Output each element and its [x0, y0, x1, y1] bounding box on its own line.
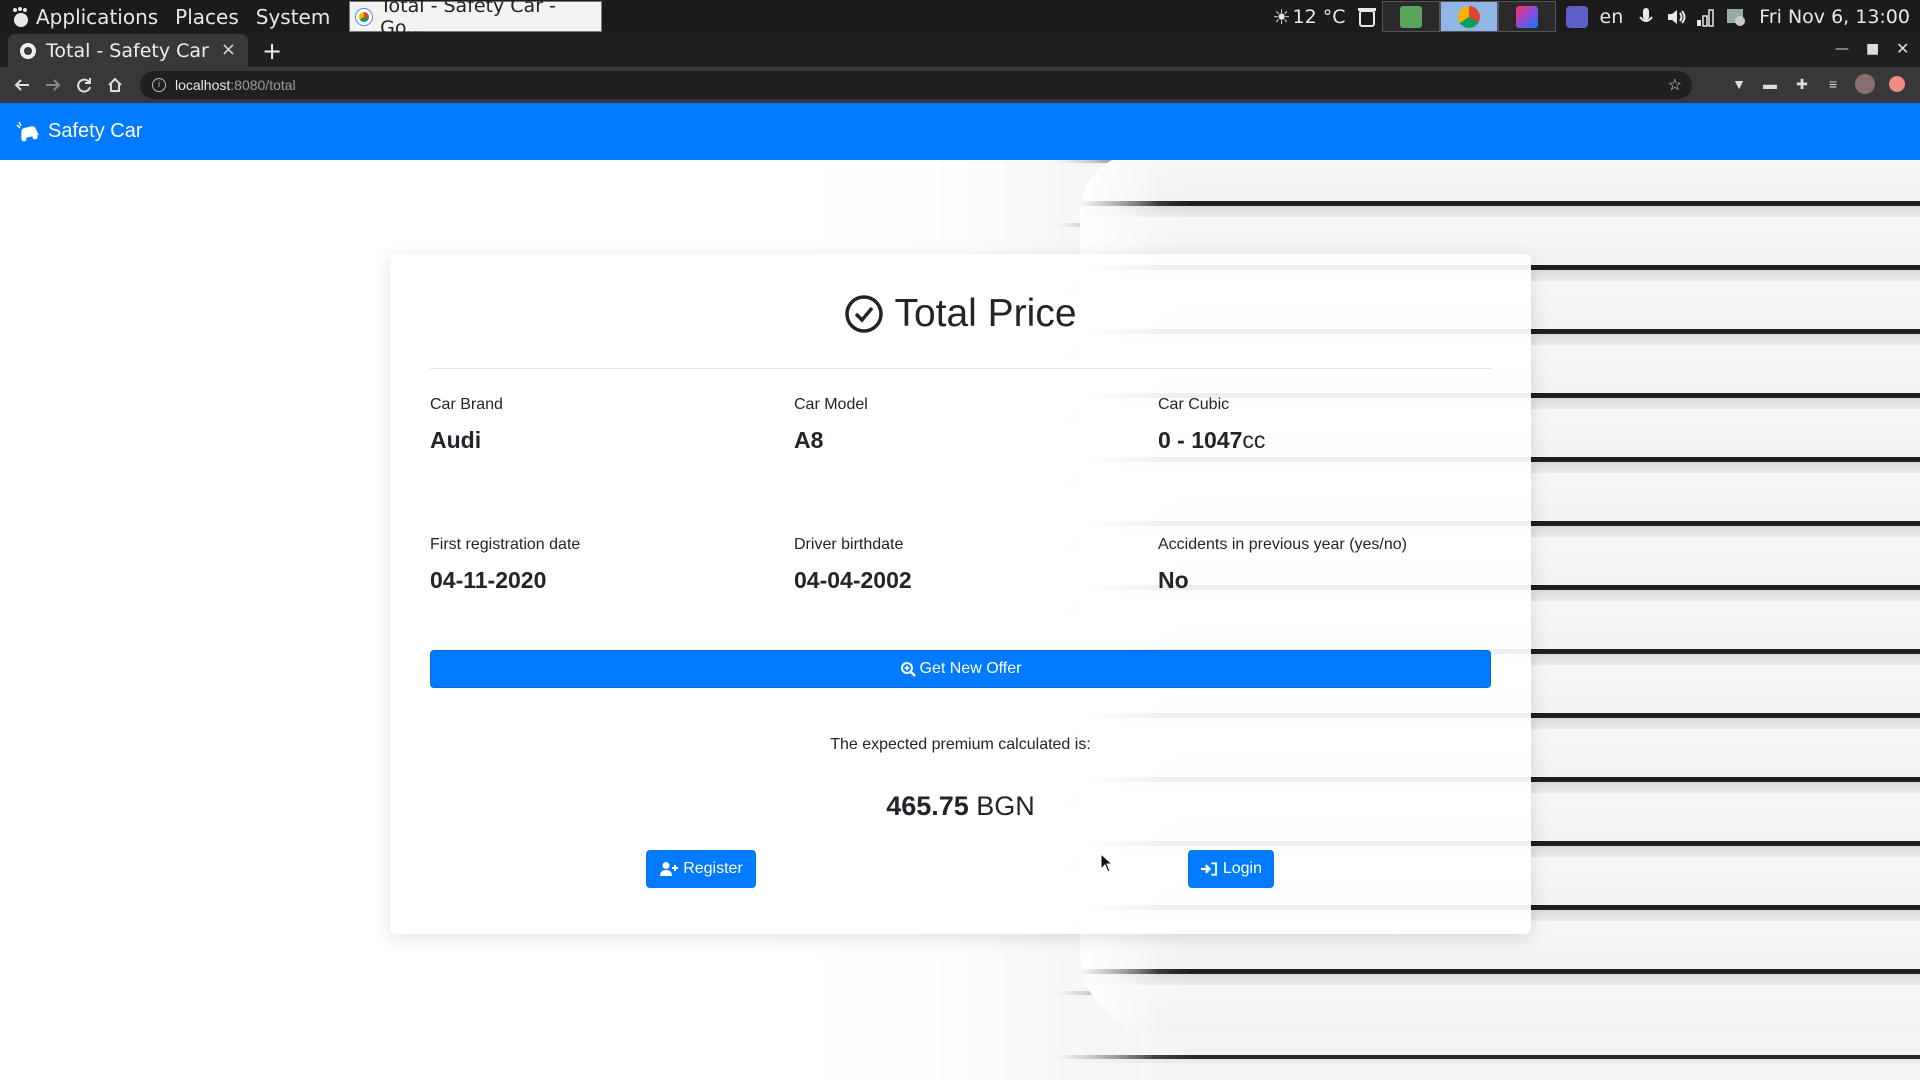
- field-value: A8: [794, 427, 824, 453]
- user-plus-icon: [660, 862, 679, 876]
- field-driver-birthdate: Driver birthdate 04-04-2002: [794, 536, 1134, 594]
- field-first-registration-date: First registration date 04-11-2020: [430, 536, 770, 594]
- network-icon[interactable]: [1695, 6, 1717, 28]
- home-icon[interactable]: [106, 76, 124, 94]
- keyboard-language[interactable]: en: [1600, 6, 1624, 28]
- weather-icon: ☀: [1272, 4, 1291, 29]
- menu-system[interactable]: System: [256, 5, 331, 29]
- field-value: 04-04-2002: [794, 567, 912, 593]
- vpn-extension-icon[interactable]: ▼: [1729, 74, 1749, 94]
- browser-toolbar: i localhost:8080/total ☆: [0, 67, 1920, 103]
- volume-icon[interactable]: [1665, 6, 1687, 28]
- clock[interactable]: Fri Nov 6, 13:00: [1759, 6, 1910, 28]
- gnome-foot-icon[interactable]: [10, 6, 30, 28]
- field-value: Audi: [430, 427, 482, 453]
- field-label: First registration date: [430, 536, 581, 553]
- get-new-offer-button[interactable]: Get New Offer: [430, 650, 1491, 688]
- teams-icon[interactable]: [1565, 5, 1588, 28]
- chrome-icon: [1457, 5, 1480, 28]
- car-crash-icon[interactable]: [16, 121, 42, 143]
- mouse-cursor-icon: [1100, 853, 1114, 873]
- field-value: 04-11-2020: [430, 567, 547, 593]
- url-path: :8080/total: [230, 77, 296, 93]
- window-close-icon[interactable]: ✕: [1896, 39, 1909, 58]
- premium-amount: 465.75: [886, 791, 969, 821]
- tab-title: Total - Safety Car: [46, 39, 209, 62]
- trash-icon[interactable]: [1356, 6, 1378, 28]
- back-icon[interactable]: [13, 76, 31, 94]
- field-label: Car Brand: [430, 396, 503, 413]
- premium-currency: BGN: [976, 791, 1035, 821]
- chat-extension-icon[interactable]: ▬: [1760, 74, 1780, 94]
- card-title-text: Total Price: [894, 292, 1077, 335]
- extensions-puzzle-icon[interactable]: ✚: [1792, 74, 1812, 94]
- sign-in-icon: [1200, 862, 1217, 876]
- field-car-brand: Car Brand Audi: [430, 396, 770, 454]
- field-value: No: [1158, 567, 1189, 593]
- field-car-cubic: Car Cubic 0 - 1047cc: [1158, 396, 1498, 454]
- premium-caption: The expected premium calculated is:: [830, 736, 1091, 753]
- tab-close-icon[interactable]: ×: [221, 39, 236, 60]
- login-button[interactable]: Login: [1188, 850, 1274, 888]
- field-value: 0 - 1047: [1158, 427, 1243, 453]
- check-circle-icon: [845, 295, 884, 333]
- field-label: Driver birthdate: [794, 536, 904, 553]
- reload-icon[interactable]: [75, 76, 93, 94]
- tab-favicon-icon: [20, 42, 36, 59]
- field-label: Car Cubic: [1158, 396, 1230, 413]
- register-button[interactable]: Register: [646, 850, 756, 888]
- chrome-icon: [356, 8, 373, 25]
- tray-window-terminal[interactable]: [1381, 1, 1440, 32]
- intellij-icon: [1515, 5, 1538, 28]
- minimize-icon[interactable]: —: [1835, 41, 1849, 57]
- field-accidents: Accidents in previous year (yes/no) No: [1158, 536, 1498, 594]
- profile-avatar[interactable]: [1855, 74, 1875, 94]
- weather-temp[interactable]: 12 °C: [1293, 6, 1346, 28]
- update-icon[interactable]: [1887, 74, 1907, 94]
- os-top-panel: Applications Places System Total - Safet…: [0, 0, 1920, 39]
- register-label: Register: [683, 860, 743, 877]
- field-label: Car Model: [794, 396, 868, 413]
- field-unit: cc: [1242, 427, 1266, 453]
- brand-name[interactable]: Safety Car: [48, 120, 142, 143]
- browser-tab-active[interactable]: Total - Safety Car ×: [8, 34, 248, 67]
- new-tab-button[interactable]: +: [262, 37, 282, 65]
- login-label: Login: [1222, 860, 1262, 877]
- tray-window-chrome[interactable]: [1439, 1, 1498, 32]
- browser-tab-strip: Total - Safety Car ×: [0, 33, 1920, 67]
- premium-value: 465.75 BGN: [390, 791, 1531, 822]
- reading-list-icon[interactable]: ≡: [1823, 74, 1843, 94]
- menu-applications[interactable]: Applications: [36, 5, 158, 29]
- field-label: Accidents in previous year (yes/no): [1158, 536, 1407, 553]
- field-value-wrap: 0 - 1047cc: [1158, 427, 1498, 454]
- microphone-icon[interactable]: [1635, 6, 1657, 28]
- get-new-offer-label: Get New Offer: [919, 660, 1022, 677]
- bookmark-star-icon[interactable]: ☆: [1668, 75, 1682, 95]
- search-plus-icon: [900, 662, 916, 677]
- maximize-icon[interactable]: ■: [1866, 41, 1879, 57]
- tray-window-ide[interactable]: [1497, 1, 1556, 32]
- terminal-icon: [1399, 5, 1422, 28]
- site-info-icon[interactable]: i: [152, 78, 166, 92]
- address-bar[interactable]: i localhost:8080/total ☆: [140, 71, 1692, 99]
- menu-places[interactable]: Places: [175, 5, 239, 29]
- site-navbar: Safety Car: [0, 103, 1920, 160]
- field-car-model: Car Model A8: [794, 396, 1134, 454]
- forward-icon[interactable]: [44, 76, 62, 94]
- taskbar-chrome-window[interactable]: Total - Safety Car - Go...: [349, 0, 603, 39]
- card-title: Total Price: [390, 292, 1531, 336]
- page-body: Safety Car Total Price Car Brand Audi Ca…: [0, 103, 1920, 1080]
- url-host: localhost: [175, 77, 231, 93]
- updates-icon[interactable]: [1725, 6, 1747, 28]
- total-price-card: Total Price Car Brand Audi Car Model A8 …: [390, 254, 1531, 934]
- title-divider: [430, 368, 1491, 369]
